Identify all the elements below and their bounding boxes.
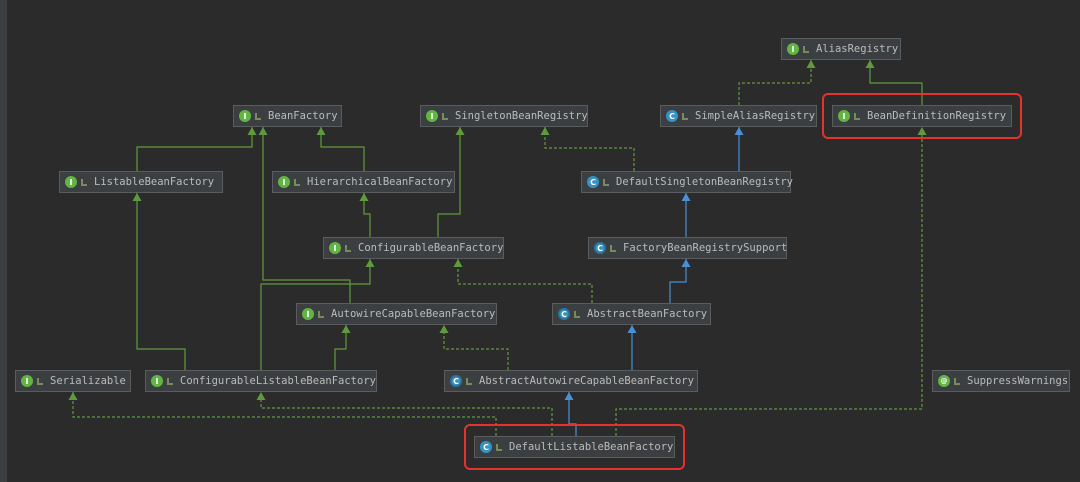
- visibility-icon: [573, 310, 581, 319]
- visibility-icon: [609, 244, 617, 253]
- class-icon: C: [450, 375, 462, 387]
- arrowhead: [455, 127, 465, 135]
- node-label: DefaultSingletonBeanRegistry: [616, 176, 794, 188]
- visibility-icon: [441, 112, 449, 121]
- class-icon: C: [558, 308, 570, 320]
- node-listable-bean-factory[interactable]: I ListableBeanFactory: [59, 171, 223, 193]
- visibility-icon: [254, 112, 262, 121]
- node-label: FactoryBeanRegistrySupport: [623, 242, 788, 254]
- node-configurable-bean-factory[interactable]: I ConfigurableBeanFactory: [323, 237, 504, 259]
- interface-icon: I: [787, 43, 799, 55]
- class-icon: C: [587, 176, 599, 188]
- node-label: AbstractBeanFactory: [587, 308, 708, 320]
- class-icon: C: [594, 242, 606, 254]
- visibility-icon: [953, 377, 961, 386]
- interface-icon: I: [302, 308, 314, 320]
- node-alias-registry[interactable]: I AliasRegistry: [781, 38, 901, 60]
- visibility-icon: [36, 377, 44, 386]
- arrowhead: [258, 127, 268, 135]
- arrowhead: [540, 127, 550, 135]
- arrowhead: [316, 127, 326, 135]
- edge-implements: [738, 60, 812, 105]
- arrowhead: [341, 325, 351, 333]
- arrowhead: [564, 392, 574, 400]
- node-label: HierarchicalBeanFactory: [307, 176, 453, 188]
- node-simple-alias-registry[interactable]: C SimpleAliasRegistry: [660, 105, 817, 127]
- arrowhead: [256, 392, 266, 400]
- visibility-icon: [80, 178, 88, 187]
- node-singleton-bean-registry[interactable]: I SingletonBeanRegistry: [420, 105, 588, 127]
- highlight-box: [822, 93, 1022, 139]
- visibility-icon: [344, 244, 352, 253]
- interface-icon: I: [278, 176, 290, 188]
- visibility-icon: [681, 112, 689, 121]
- visibility-icon: [602, 178, 610, 187]
- node-label: ListableBeanFactory: [94, 176, 215, 188]
- arrowhead: [365, 259, 375, 267]
- node-configurable-listable-bean-factory[interactable]: I ConfigurableListableBeanFactory: [145, 370, 377, 392]
- highlight-box: [464, 424, 685, 470]
- node-label: AutowireCapableBeanFactory: [331, 308, 496, 320]
- edge-extends-interface: [320, 127, 365, 171]
- interface-icon: I: [21, 375, 33, 387]
- arrowhead: [359, 193, 369, 201]
- visibility-icon: [802, 45, 810, 54]
- edge-implements: [457, 259, 593, 303]
- interface-icon: I: [239, 110, 251, 122]
- node-abstract-autowire-capable-bean-factory[interactable]: C AbstractAutowireCapableBeanFactory: [444, 370, 698, 392]
- node-bean-factory[interactable]: I BeanFactory: [233, 105, 342, 127]
- arrowhead: [68, 392, 78, 400]
- arrowhead: [734, 127, 744, 135]
- visibility-icon: [317, 310, 325, 319]
- annotation-icon: @: [938, 375, 950, 387]
- node-label: SuppressWarnings: [967, 375, 1069, 387]
- node-abstract-bean-factory[interactable]: C AbstractBeanFactory: [552, 303, 711, 325]
- edge-extends-interface: [136, 193, 186, 370]
- node-autowire-capable-bean-factory[interactable]: I AutowireCapableBeanFactory: [296, 303, 497, 325]
- node-hierarchical-bean-factory[interactable]: I HierarchicalBeanFactory: [272, 171, 455, 193]
- arrowhead: [681, 259, 691, 267]
- arrowhead: [453, 259, 463, 267]
- node-suppress-warnings[interactable]: @ SuppressWarnings: [932, 370, 1070, 392]
- interface-icon: I: [426, 110, 438, 122]
- node-serializable[interactable]: I Serializable: [15, 370, 131, 392]
- node-label: BeanFactory: [268, 110, 338, 122]
- node-factory-bean-registry-support[interactable]: C FactoryBeanRegistrySupport: [588, 237, 787, 259]
- node-label: AbstractAutowireCapableBeanFactory: [479, 375, 694, 387]
- arrowhead: [627, 325, 637, 333]
- arrowhead: [806, 60, 816, 68]
- edge-implements: [72, 392, 497, 436]
- edge-implements: [544, 127, 635, 171]
- arrowhead: [132, 193, 142, 201]
- node-label: SimpleAliasRegistry: [695, 110, 816, 122]
- class-icon: C: [666, 110, 678, 122]
- interface-icon: I: [65, 176, 77, 188]
- node-default-singleton-bean-registry[interactable]: C DefaultSingletonBeanRegistry: [581, 171, 794, 193]
- node-label: Serializable: [50, 375, 126, 387]
- visibility-icon: [293, 178, 301, 187]
- arrowhead: [439, 325, 449, 333]
- node-label: ConfigurableListableBeanFactory: [180, 375, 376, 387]
- inheritance-edges: [68, 60, 927, 436]
- edge-implements: [443, 325, 509, 370]
- arrowhead: [865, 60, 875, 68]
- edge-extends-interface: [262, 127, 351, 303]
- node-label: SingletonBeanRegistry: [455, 110, 588, 122]
- visibility-icon: [465, 377, 473, 386]
- arrowhead: [247, 127, 257, 135]
- node-label: AliasRegistry: [816, 43, 899, 55]
- node-label: ConfigurableBeanFactory: [358, 242, 504, 254]
- interface-icon: I: [151, 375, 163, 387]
- interface-icon: I: [329, 242, 341, 254]
- visibility-icon: [166, 377, 174, 386]
- arrowhead: [681, 193, 691, 201]
- edge-extends-interface: [136, 127, 253, 171]
